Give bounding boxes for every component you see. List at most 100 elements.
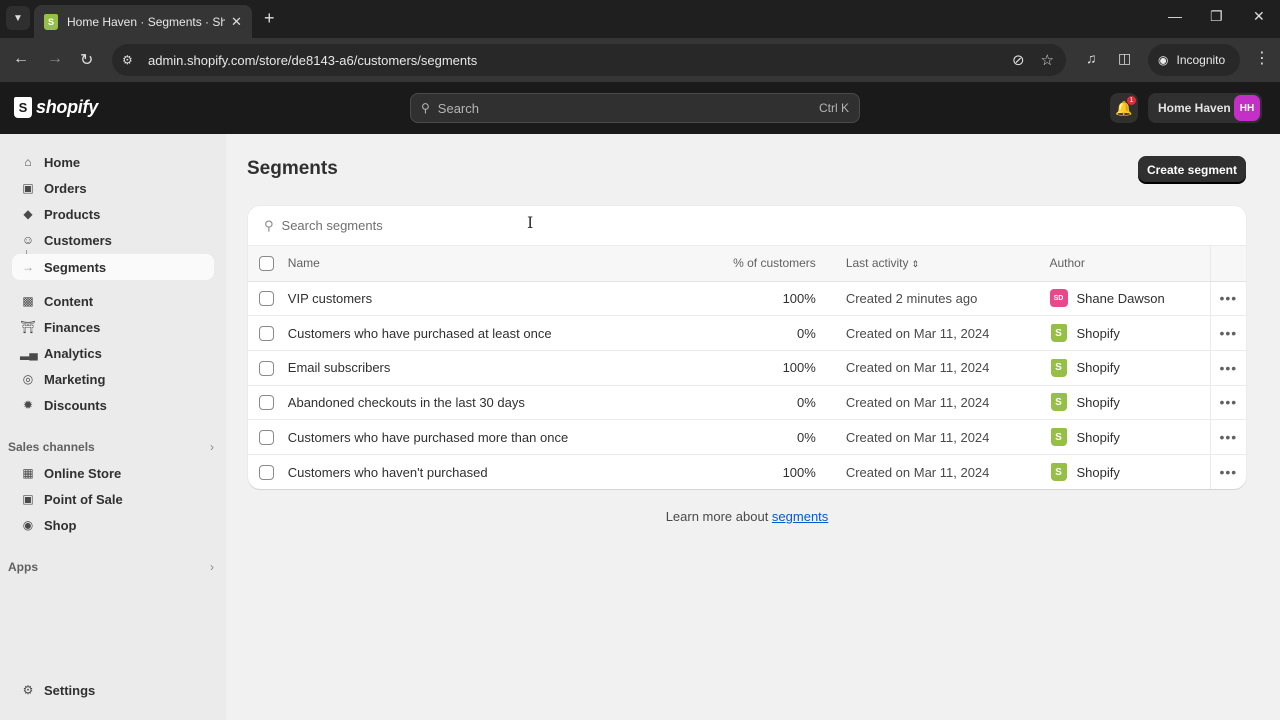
- segment-name[interactable]: Email subscribers: [287, 350, 683, 386]
- row-checkbox[interactable]: [259, 395, 274, 411]
- browser-tab-bar: ▼ S Home Haven · Segments · Shopify ✕ + …: [0, 0, 1280, 38]
- sidebar-item-marketing[interactable]: ◎ Marketing: [12, 366, 214, 392]
- author-avatar: SD: [1049, 289, 1068, 308]
- last-activity: Created 2 minutes ago: [845, 281, 1050, 317]
- row-select-cell: [248, 419, 288, 455]
- more-actions-icon[interactable]: •••: [1220, 429, 1238, 445]
- more-actions-icon[interactable]: •••: [1220, 464, 1238, 480]
- store-menu-button[interactable]: Home Haven HH: [1148, 93, 1262, 123]
- customer-percentage: 0%: [682, 315, 846, 351]
- browser-menu-icon[interactable]: ⋮: [1254, 48, 1270, 68]
- segment-name[interactable]: Customers who have purchased at least on…: [287, 315, 683, 351]
- forward-icon[interactable]: →: [47, 50, 63, 68]
- author-name: Shopify: [1076, 429, 1120, 445]
- segment-search-input[interactable]: [281, 218, 882, 233]
- more-actions-icon[interactable]: •••: [1220, 394, 1238, 410]
- shopify-bag-icon: S: [1050, 324, 1067, 343]
- notifications-button[interactable]: 🔔 1: [1110, 93, 1138, 123]
- subnav-arrow-icon: →: [22, 260, 34, 274]
- segments-help-link[interactable]: segments: [772, 509, 828, 524]
- sidebar-item-orders[interactable]: ▣ Orders: [12, 175, 214, 201]
- chevron-down-icon: ▼: [13, 12, 23, 24]
- shopify-logo[interactable]: S shopify: [14, 97, 98, 118]
- search-icon: ⚲: [421, 101, 430, 115]
- sales-channels-header[interactable]: Sales channels ›: [8, 440, 214, 454]
- author-cell: S Shopify: [1049, 350, 1211, 386]
- minimize-icon[interactable]: —: [1168, 8, 1182, 24]
- tab-list-button[interactable]: ▼: [6, 6, 30, 30]
- more-actions-icon[interactable]: •••: [1220, 360, 1238, 376]
- sidebar: ⌂ Home ▣ Orders ◆ Products ☺ Customers →…: [0, 134, 226, 720]
- search-placeholder: Search: [437, 100, 479, 116]
- row-checkbox[interactable]: [259, 465, 274, 481]
- column-header-actions: [1209, 246, 1246, 282]
- back-icon[interactable]: ←: [13, 50, 29, 68]
- url-text[interactable]: admin.shopify.com/store/de8143-a6/custom…: [148, 53, 477, 68]
- row-select-cell: [248, 315, 288, 351]
- store-avatar: HH: [1234, 95, 1260, 121]
- tab-title: Home Haven · Segments · Shopify: [67, 14, 225, 29]
- address-bar[interactable]: ⚙ admin.shopify.com/store/de8143-a6/cust…: [112, 44, 1066, 76]
- shopify-favicon-icon: S: [44, 13, 58, 30]
- sidebar-item-discounts[interactable]: ✹ Discounts: [12, 392, 214, 418]
- person-icon: ☺: [21, 233, 35, 247]
- eye-off-icon[interactable]: ⊘: [1012, 51, 1025, 69]
- star-icon[interactable]: ☆: [1041, 51, 1054, 69]
- table-row[interactable]: Customers who have purchased at least on…: [248, 315, 1246, 351]
- sidebar-item-segments[interactable]: → Segments: [12, 254, 214, 280]
- table-row[interactable]: Customers who haven't purchased 100% Cre…: [248, 454, 1246, 489]
- more-actions-icon[interactable]: •••: [1220, 290, 1238, 306]
- segment-search-bar: ⚲: [248, 206, 1246, 246]
- table-row[interactable]: Customers who have purchased more than o…: [248, 419, 1246, 455]
- restore-icon[interactable]: ❐: [1210, 8, 1223, 25]
- table-row[interactable]: VIP customers 100% Created 2 minutes ago…: [248, 281, 1246, 317]
- column-header-activity[interactable]: Last activity ⇕: [845, 246, 1050, 282]
- table-row[interactable]: Abandoned checkouts in the last 30 days …: [248, 385, 1246, 421]
- row-checkbox[interactable]: [259, 291, 274, 307]
- sidebar-item-online-store[interactable]: ▦ Online Store: [12, 460, 214, 486]
- row-select-cell: [248, 350, 288, 386]
- tab-close-icon[interactable]: ✕: [231, 14, 242, 30]
- row-checkbox[interactable]: [259, 326, 274, 342]
- reload-icon[interactable]: ↻: [80, 50, 93, 70]
- sidebar-item-finances[interactable]: ⛩ Finances: [12, 314, 214, 340]
- row-actions-cell: •••: [1209, 315, 1246, 351]
- segment-name[interactable]: Customers who haven't purchased: [288, 454, 683, 489]
- create-segment-button[interactable]: Create segment: [1138, 156, 1246, 183]
- sidebar-item-label: Finances: [44, 319, 101, 335]
- sidebar-item-customers[interactable]: ☺ Customers: [12, 227, 214, 253]
- segment-name[interactable]: VIP customers: [287, 281, 683, 317]
- select-all-checkbox[interactable]: [259, 255, 274, 271]
- sidebar-item-label: Discounts: [44, 397, 107, 413]
- shopify-bag-icon: S: [1050, 393, 1067, 412]
- sidebar-item-label: Settings: [44, 682, 96, 698]
- author: S Shopify: [1050, 358, 1210, 377]
- row-checkbox[interactable]: [259, 430, 274, 446]
- side-panel-icon[interactable]: ◫: [1118, 50, 1131, 67]
- sidebar-item-settings[interactable]: ⚙ Settings: [12, 677, 214, 703]
- store-icon: ▦: [22, 466, 34, 480]
- media-control-icon[interactable]: ♫: [1086, 50, 1097, 66]
- close-window-icon[interactable]: ✕: [1253, 8, 1265, 25]
- new-tab-icon[interactable]: +: [264, 8, 275, 29]
- segment-name[interactable]: Abandoned checkouts in the last 30 days: [287, 385, 683, 421]
- more-actions-icon[interactable]: •••: [1220, 325, 1238, 341]
- table-row[interactable]: Email subscribers 100% Created on Mar 11…: [248, 350, 1246, 386]
- sidebar-item-analytics[interactable]: ▂▄ Analytics: [12, 340, 214, 366]
- search-shortcut: Ctrl K: [819, 101, 849, 115]
- incognito-badge[interactable]: ◉ Incognito: [1148, 44, 1240, 76]
- browser-tab[interactable]: S Home Haven · Segments · Shopify ✕: [34, 5, 252, 38]
- sidebar-item-home[interactable]: ⌂ Home: [12, 149, 214, 175]
- apps-header[interactable]: Apps ›: [8, 560, 214, 574]
- row-checkbox[interactable]: [259, 360, 274, 376]
- sort-icon[interactable]: ⇕: [912, 259, 920, 269]
- home-icon: ⌂: [24, 155, 32, 169]
- browser-toolbar: ← → ↻ ⚙ admin.shopify.com/store/de8143-a…: [0, 38, 1280, 82]
- row-actions-cell: •••: [1209, 419, 1246, 455]
- author: S Shopify: [1050, 393, 1210, 412]
- segment-name[interactable]: Customers who have purchased more than o…: [287, 419, 683, 455]
- site-info-icon[interactable]: ⚙: [122, 53, 138, 67]
- sidebar-item-content[interactable]: ▩ Content: [12, 288, 214, 314]
- global-search[interactable]: ⚲ Search Ctrl K: [410, 93, 860, 123]
- sidebar-item-products[interactable]: ◆ Products: [12, 201, 214, 227]
